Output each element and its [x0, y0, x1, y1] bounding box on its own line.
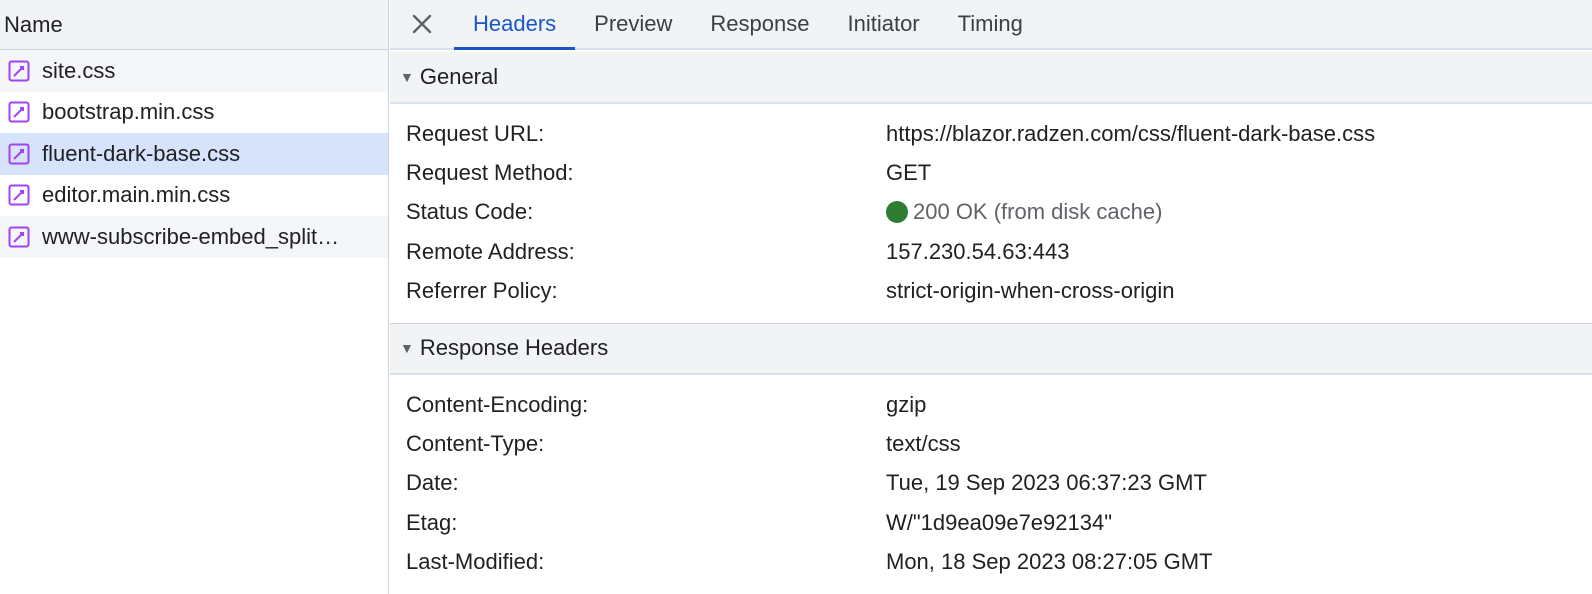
request-name: www-subscribe-embed_split… — [42, 223, 340, 249]
css-file-icon — [8, 226, 30, 248]
tab-initiator[interactable]: Initiator — [828, 0, 938, 48]
header-row-request-method: Request Method: GET — [390, 153, 1592, 192]
header-value[interactable]: Tue, 19 Sep 2023 06:37:23 GMT — [886, 470, 1207, 496]
header-key: Last-Modified: — [406, 549, 545, 575]
header-row-request-url: Request URL: https://blazor.radzen.com/c… — [390, 114, 1592, 153]
status-value[interactable]: 200 OK (from disk cache) — [886, 199, 1162, 225]
request-name: editor.main.min.css — [42, 182, 231, 208]
tab-response[interactable]: Response — [691, 0, 828, 48]
header-row-date: Date: Tue, 19 Sep 2023 06:37:23 GMT — [390, 464, 1592, 503]
header-key: Content-Encoding: — [406, 391, 589, 417]
name-column-label: Name — [4, 11, 63, 37]
request-name: site.css — [42, 57, 116, 83]
tab-label: Timing — [957, 11, 1023, 36]
header-row-etag: Etag: W/"1d9ea09e7e92134" — [390, 503, 1592, 542]
request-details-pane: Headers Preview Response Initiator Timin… — [390, 0, 1592, 594]
header-value[interactable]: strict-origin-when-cross-origin — [886, 278, 1175, 304]
tab-preview[interactable]: Preview — [575, 0, 691, 48]
header-value[interactable]: text/css — [886, 431, 961, 457]
request-list-pane: Name site.css bootstrap.min.css fluent-d… — [0, 0, 389, 594]
request-row[interactable]: bootstrap.min.css — [0, 92, 388, 134]
header-key: Request URL: — [406, 120, 545, 146]
tab-headers[interactable]: Headers — [454, 0, 576, 50]
tab-label: Preview — [594, 11, 673, 36]
details-tabbar: Headers Preview Response Initiator Timin… — [390, 0, 1592, 50]
status-text: 200 OK (from disk cache) — [913, 199, 1163, 225]
general-section-header[interactable]: ▼ General — [390, 52, 1592, 104]
header-value[interactable]: 157.230.54.63:443 — [886, 239, 1070, 265]
section-title: General — [419, 64, 499, 89]
header-row-referrer-policy: Referrer Policy: strict-origin-when-cros… — [390, 272, 1592, 311]
close-icon — [412, 14, 432, 34]
close-details-button[interactable] — [390, 0, 454, 48]
header-key: Referrer Policy: — [406, 278, 558, 304]
header-key: Request Method: — [406, 160, 574, 186]
header-key: Remote Address: — [406, 238, 575, 264]
section-title: Response Headers — [419, 335, 609, 361]
header-row-last-modified: Last-Modified: Mon, 18 Sep 2023 08:27:05… — [390, 543, 1592, 582]
request-row[interactable]: editor.main.min.css — [0, 175, 388, 217]
header-key: Etag: — [406, 509, 458, 535]
general-section-body: Request URL: https://blazor.radzen.com/c… — [390, 104, 1592, 323]
header-row-content-encoding: Content-Encoding: gzip — [390, 385, 1592, 424]
header-value[interactable]: Mon, 18 Sep 2023 08:27:05 GMT — [886, 549, 1213, 575]
header-value[interactable]: W/"1d9ea09e7e92134" — [886, 510, 1112, 536]
header-row-remote-address: Remote Address: 157.230.54.63:443 — [390, 232, 1592, 271]
tab-timing[interactable]: Timing — [939, 0, 1042, 48]
status-ok-dot-icon — [886, 201, 908, 224]
tab-label: Response — [710, 11, 810, 36]
collapse-triangle-icon: ▼ — [400, 69, 414, 85]
name-column-header[interactable]: Name — [0, 0, 388, 50]
css-file-icon — [8, 184, 30, 206]
request-row[interactable]: site.css — [0, 50, 388, 92]
header-row-content-type: Content-Type: text/css — [390, 424, 1592, 463]
request-row[interactable]: www-subscribe-embed_split… — [0, 216, 388, 258]
collapse-triangle-icon: ▼ — [400, 340, 414, 357]
header-key: Content-Type: — [406, 431, 545, 457]
request-name: bootstrap.min.css — [42, 99, 215, 125]
css-file-icon — [8, 143, 30, 165]
header-key: Status Code: — [406, 199, 534, 225]
request-name: fluent-dark-base.css — [42, 140, 241, 166]
header-row-status-code: Status Code: 200 OK (from disk cache) — [390, 193, 1592, 232]
header-value[interactable]: gzip — [886, 392, 926, 418]
css-file-icon — [8, 101, 30, 123]
header-key: Date: — [406, 470, 459, 496]
response-headers-section-header[interactable]: ▼ Response Headers — [390, 322, 1592, 375]
request-row[interactable]: fluent-dark-base.css — [0, 133, 388, 175]
header-value[interactable]: https://blazor.radzen.com/css/fluent-dar… — [886, 121, 1375, 147]
tab-label: Headers — [473, 11, 557, 36]
response-headers-section-body: Content-Encoding: gzip Content-Type: tex… — [390, 375, 1592, 594]
css-file-icon — [8, 60, 30, 82]
request-list: site.css bootstrap.min.css fluent-dark-b… — [0, 50, 388, 258]
tab-label: Initiator — [847, 11, 920, 36]
header-value[interactable]: GET — [886, 160, 931, 186]
